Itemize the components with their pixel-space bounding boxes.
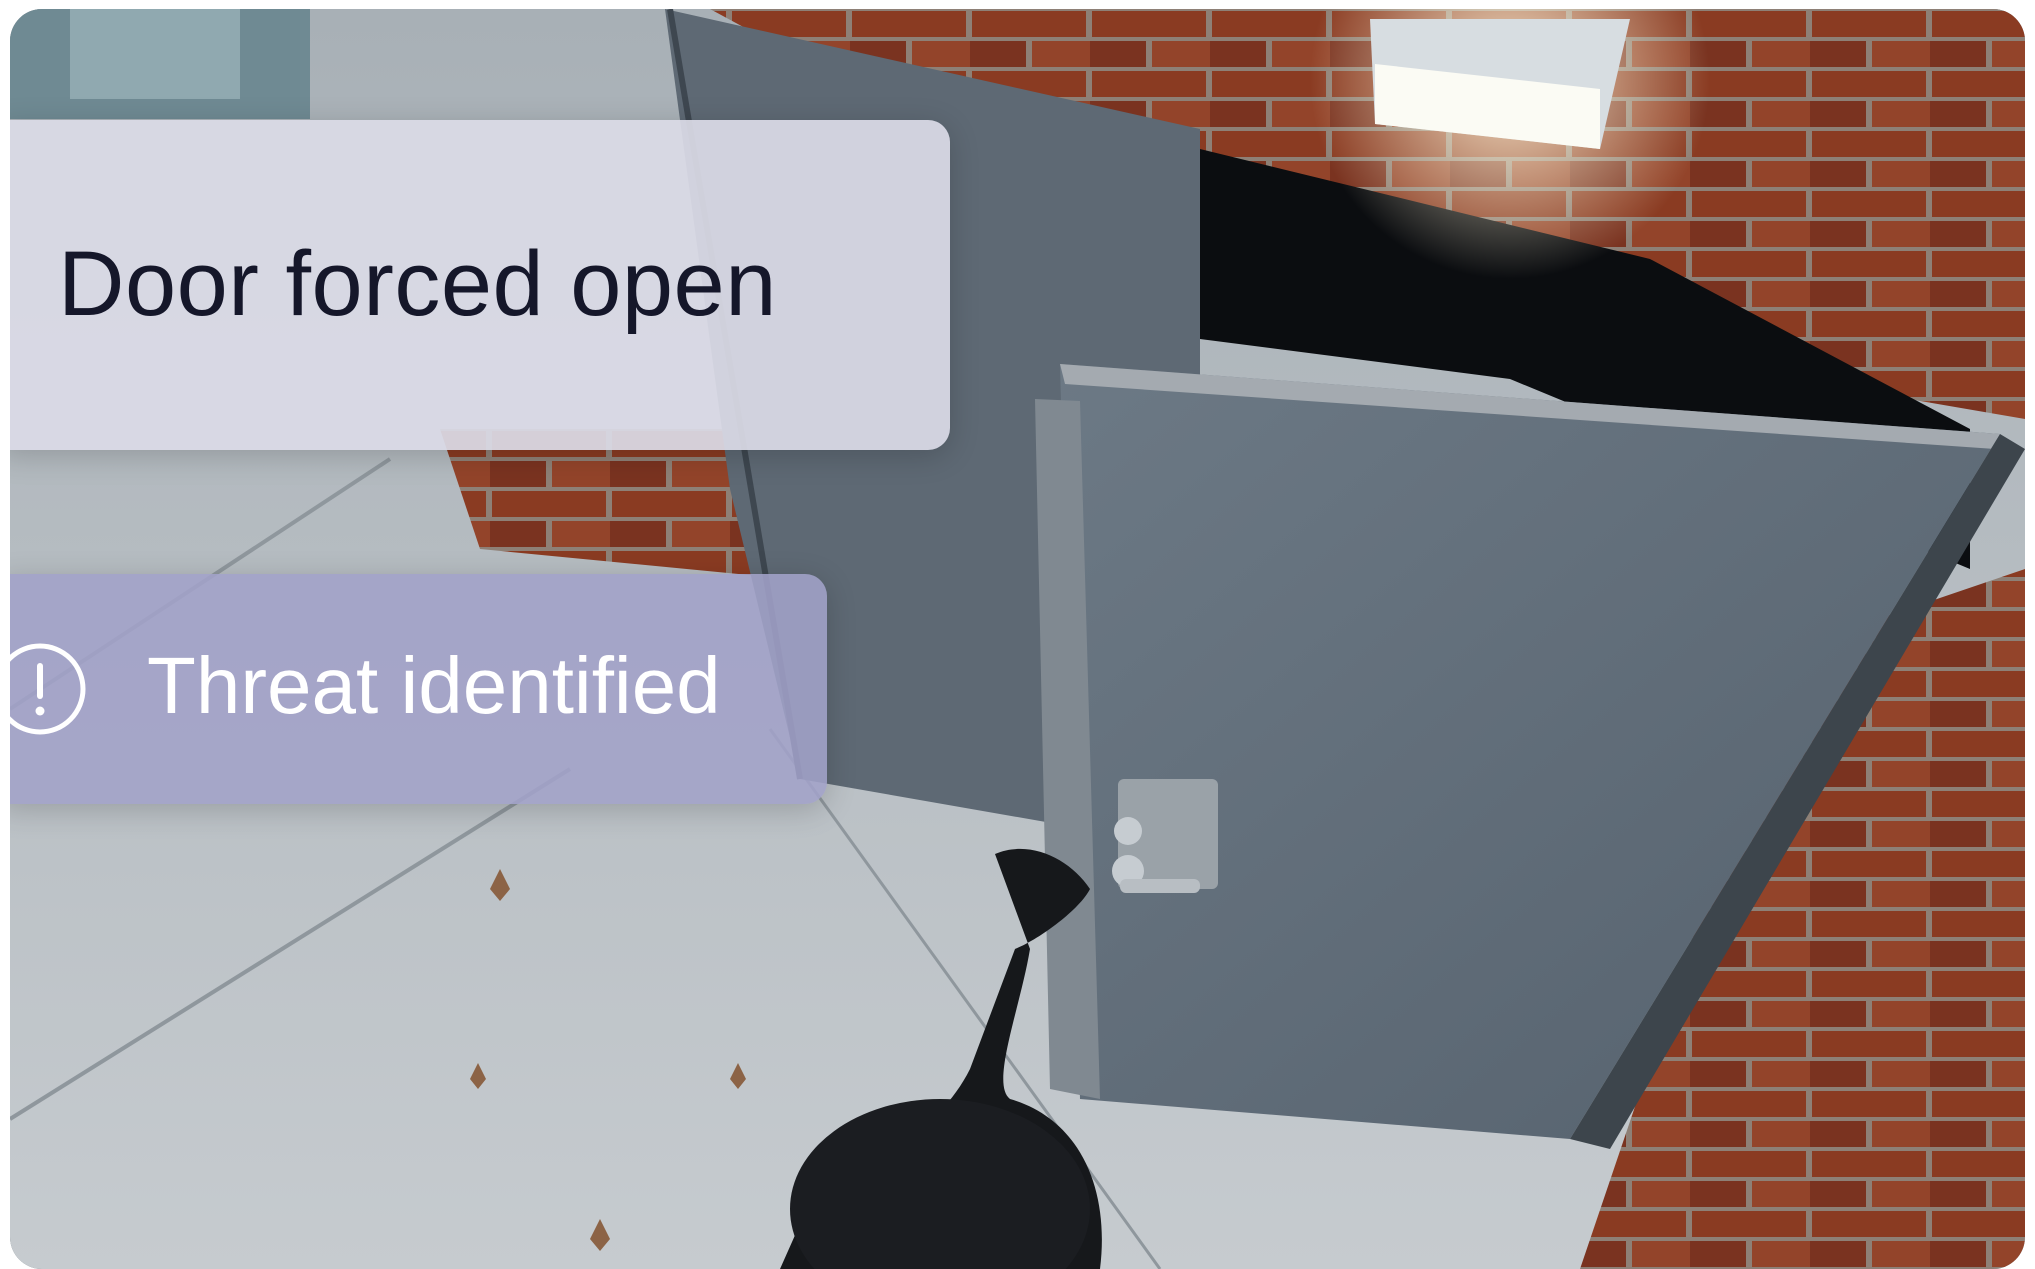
alert-card: Door forced open bbox=[10, 120, 950, 450]
exclamation-circle-icon bbox=[10, 643, 86, 735]
threat-badge: Threat identified bbox=[10, 574, 827, 804]
alert-title: Door forced open bbox=[58, 233, 777, 335]
camera-frame: Door forced open Threat identified bbox=[10, 9, 2025, 1269]
threat-label: Threat identified bbox=[147, 641, 721, 730]
